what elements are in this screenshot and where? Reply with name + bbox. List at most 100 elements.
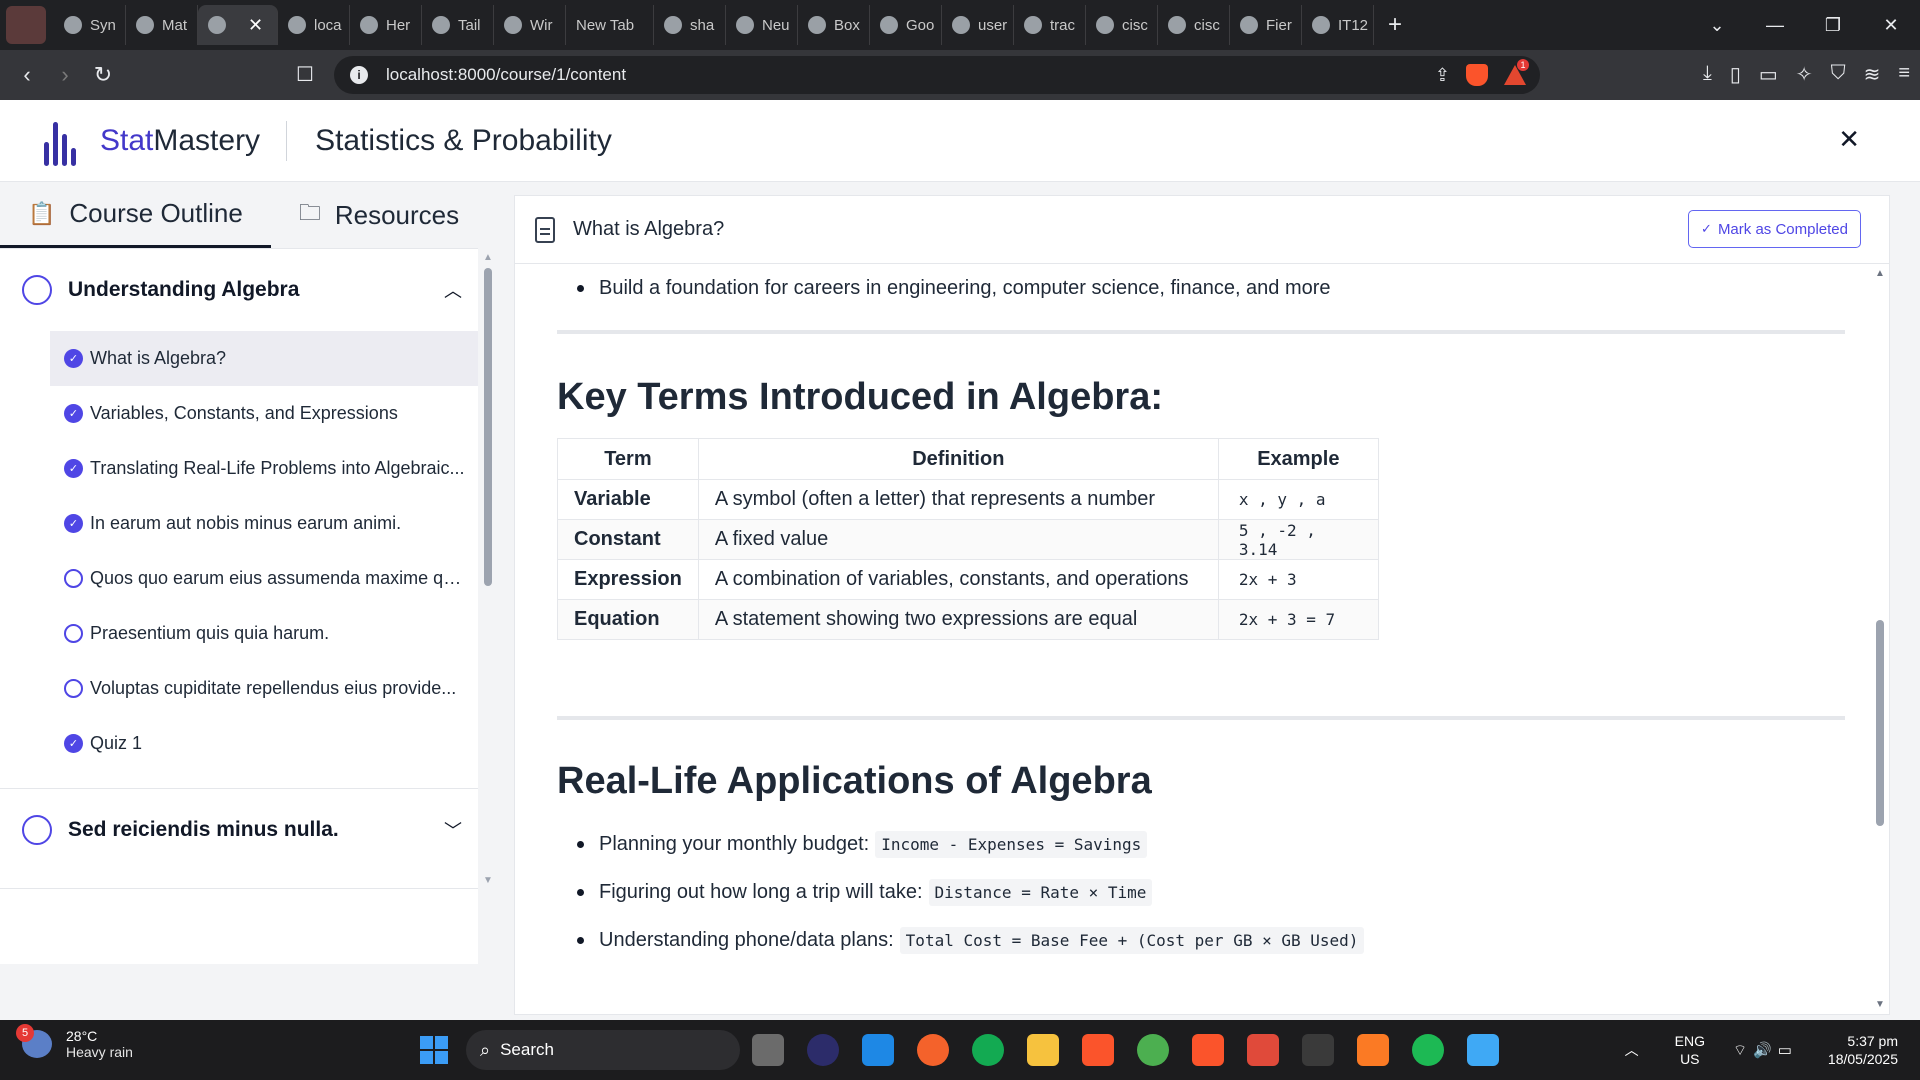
chevron-down-icon[interactable]: ﹀	[444, 817, 462, 843]
browser-tab[interactable]: Fier	[1230, 5, 1302, 45]
browser-tab[interactable]: Her	[350, 5, 422, 45]
lesson-label: What is Algebra?	[90, 348, 227, 368]
browser-tab[interactable]: cisc	[1086, 5, 1158, 45]
sidebar-lesson-item[interactable]: Praesentium quis quia harum.	[50, 606, 478, 661]
reload-button[interactable]: ↻	[84, 62, 122, 88]
sidebar-lesson-item[interactable]: ✓ What is Algebra?	[50, 331, 478, 386]
profile-avatar[interactable]	[6, 6, 46, 44]
browser-tab[interactable]: Box	[798, 5, 870, 45]
brave-shields-icon[interactable]	[1466, 64, 1488, 86]
formula-code: Income - Expenses = Savings	[875, 830, 1148, 858]
browser-tab[interactable]: Syn	[54, 5, 126, 45]
browser-tab[interactable]: Tail	[422, 5, 494, 45]
sidebar-lesson-item[interactable]: Quos quo earum eius assumenda maxime qui…	[50, 551, 478, 606]
site-info-icon[interactable]: i	[350, 66, 368, 84]
browser-tab[interactable]: trac	[1014, 5, 1086, 45]
vscode-icon[interactable]	[862, 1034, 894, 1066]
menu-icon[interactable]: ≡	[1898, 62, 1910, 87]
browser-tab[interactable]: loca	[278, 5, 350, 45]
list-item: Understanding phone/data plans: Total Cos…	[557, 916, 1875, 964]
browser-tab[interactable]: Mat	[126, 5, 198, 45]
new-tab-button[interactable]: +	[1374, 11, 1416, 39]
tab-search-chevron-icon[interactable]: ⌄	[1688, 15, 1746, 36]
browser-tab[interactable]: IT12	[1302, 5, 1374, 45]
sidebar-lesson-item[interactable]: ✓ In earum aut nobis minus earum animi.	[50, 496, 478, 551]
browser-tab[interactable]: New Tab	[566, 5, 654, 45]
browser-tab[interactable]: cisc	[1158, 5, 1230, 45]
brave-rewards-icon[interactable]: 1	[1504, 59, 1529, 85]
applications-heading: Real-Life Applications of Algebra	[557, 760, 1152, 802]
sidebar-lesson-item[interactable]: ✓ Translating Real-Life Problems into Alg…	[50, 441, 478, 496]
spotify-icon[interactable]	[1412, 1034, 1444, 1066]
maximize-button[interactable]: ❐	[1804, 15, 1862, 36]
browser-tab[interactable]: Goo	[870, 5, 942, 45]
git-tool-icon[interactable]	[1247, 1034, 1279, 1066]
language-indicator[interactable]: ENG US	[1675, 1032, 1705, 1068]
clock[interactable]: 5:37 pm 18/05/2025	[1828, 1032, 1898, 1068]
notepad-icon[interactable]	[1467, 1034, 1499, 1066]
taskbar-search[interactable]: ⌕ Search	[466, 1030, 740, 1070]
tab-resources[interactable]: 🗀 Resources	[271, 182, 487, 248]
chevron-up-icon[interactable]: ︿	[444, 277, 462, 303]
mongodb-icon[interactable]	[972, 1034, 1004, 1066]
browser-tab[interactable]: ✕	[198, 5, 278, 45]
url-text[interactable]: localhost:8000/course/1/content	[386, 65, 626, 85]
terminal-icon[interactable]	[1302, 1034, 1334, 1066]
postman-icon[interactable]	[917, 1034, 949, 1066]
tab-label: Goo	[906, 16, 935, 34]
chrome-icon[interactable]	[1137, 1034, 1169, 1066]
tab-course-outline[interactable]: 📋 Course Outline	[0, 182, 271, 248]
leo-ai-icon[interactable]: ✧	[1796, 62, 1813, 87]
extensions-icon[interactable]: ≋	[1864, 62, 1881, 87]
section-header[interactable]: Sed reiciendis minus nulla. ﹀	[0, 789, 478, 871]
bookmark-icon[interactable]: ☐	[296, 62, 314, 87]
browser-tab[interactable]: sha	[654, 5, 726, 45]
browser-tab[interactable]: user	[942, 5, 1014, 45]
course-sidebar: 📋 Course Outline 🗀 Resources Understandi…	[0, 182, 497, 1020]
sidebar-lesson-item[interactable]: ✓ Quiz 1	[50, 716, 478, 771]
wallet-icon[interactable]: ▭	[1759, 62, 1778, 87]
scrollbar-thumb[interactable]	[484, 268, 492, 586]
scroll-up-arrow-icon[interactable]: ▲	[1875, 268, 1885, 279]
tab-label: Tail	[458, 16, 481, 34]
xampp-icon[interactable]	[1357, 1034, 1389, 1066]
window-close-button[interactable]: ✕	[1862, 15, 1920, 36]
browser-tab[interactable]: Wir	[494, 5, 566, 45]
browser-toolbar: ‹ › ↻ ☐ i localhost:8000/course/1/conten…	[0, 50, 1920, 100]
windows-start-icon[interactable]	[420, 1036, 448, 1064]
forward-button[interactable]: ›	[46, 62, 84, 88]
sidebar-lesson-item[interactable]: Voluptas cupiditate repellendus eius pro…	[50, 661, 478, 716]
lesson-label: Translating Real-Life Problems into Alge…	[90, 458, 465, 478]
sidebar-toggle-icon[interactable]: ▯	[1730, 62, 1741, 87]
wifi-volume-battery-icons[interactable]: ⌔🔊▭	[1733, 1041, 1798, 1060]
share-icon[interactable]: ⇪	[1435, 65, 1450, 86]
brand-name[interactable]: StatMastery	[100, 124, 260, 158]
weather-widget[interactable]: 5 28°C Heavy rain	[16, 1024, 133, 1060]
statmastery-logo-icon[interactable]	[44, 116, 88, 166]
eclipse-icon[interactable]	[807, 1034, 839, 1066]
scroll-down-arrow-icon[interactable]: ▼	[483, 875, 493, 886]
address-bar[interactable]: i localhost:8000/course/1/content ⇪ 1	[334, 56, 1540, 94]
scroll-down-arrow-icon[interactable]: ▼	[1875, 999, 1885, 1010]
brave-browser-icon[interactable]	[1082, 1034, 1114, 1066]
scroll-up-arrow-icon[interactable]: ▲	[483, 252, 493, 263]
minimize-button[interactable]: —	[1746, 15, 1804, 36]
download-icon[interactable]: ⤓	[1703, 62, 1712, 87]
content-scrollbar[interactable]: ▲ ▼	[1875, 268, 1885, 1010]
completed-check-icon: ✓	[64, 404, 83, 423]
mark-completed-button[interactable]: ✓ Mark as Completed	[1688, 210, 1861, 248]
tab-close-icon[interactable]: ✕	[248, 15, 263, 36]
section-header[interactable]: Understanding Algebra ︿	[0, 249, 478, 331]
task-view-icon[interactable]	[752, 1034, 784, 1066]
close-course-icon[interactable]: ✕	[1838, 124, 1860, 155]
sidebar-lesson-item[interactable]: ✓ Variables, Constants, and Expressions	[50, 386, 478, 441]
brave-active-icon[interactable]	[1192, 1034, 1224, 1066]
scrollbar-thumb[interactable]	[1876, 620, 1884, 826]
show-hidden-icons-chevron-icon[interactable]: ︿	[1625, 1040, 1639, 1060]
vpn-icon[interactable]: ⛉	[1831, 62, 1846, 87]
back-button[interactable]: ‹	[8, 62, 46, 88]
browser-tab[interactable]: Neu	[726, 5, 798, 45]
box-icon	[808, 16, 826, 34]
file-explorer-icon[interactable]	[1027, 1034, 1059, 1066]
sidebar-scrollbar[interactable]: ▲ ▼	[482, 252, 494, 886]
